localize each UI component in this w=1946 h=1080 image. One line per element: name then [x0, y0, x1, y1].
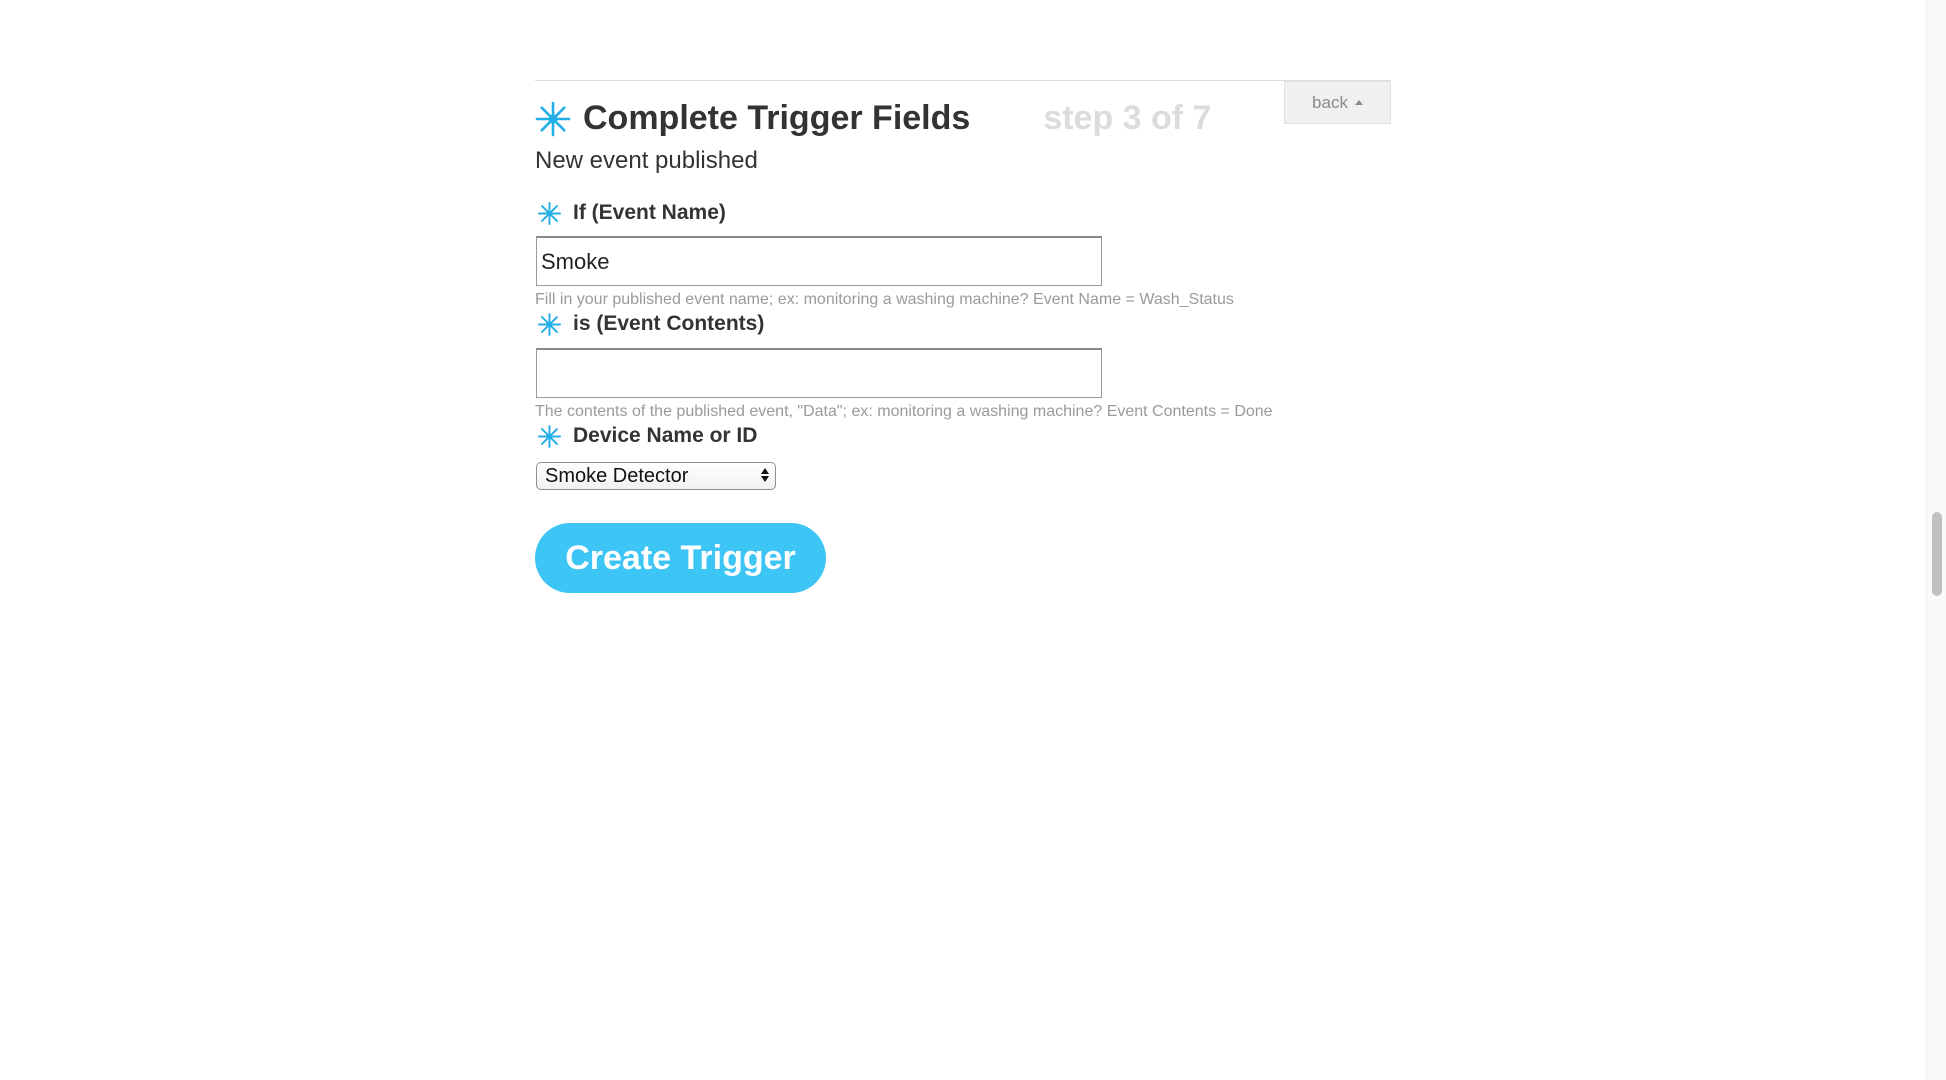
event-contents-label-text: is (Event Contents)	[573, 312, 765, 335]
divider	[535, 80, 1391, 81]
create-trigger-button[interactable]: Create Trigger	[535, 523, 826, 593]
event-contents-input[interactable]	[536, 348, 1102, 398]
event-name-label-text: If (Event Name)	[573, 201, 726, 224]
trigger-subtitle: New event published	[535, 147, 758, 174]
page: back Complete Trigger Fields step 3 of 7…	[0, 0, 1946, 1080]
step-indicator: step 3 of 7	[1043, 99, 1212, 137]
title-row: Complete Trigger Fields step 3 of 7	[535, 99, 1211, 138]
event-contents-label: is (Event Contents)	[538, 312, 764, 336]
event-contents-help: The contents of the published event, "Da…	[535, 403, 1273, 420]
create-trigger-label: Create Trigger	[565, 538, 796, 577]
back-button[interactable]: back	[1284, 81, 1391, 124]
asterisk-star-icon	[538, 201, 561, 225]
device-label: Device Name or ID	[538, 424, 757, 448]
scrollbar-thumb[interactable]	[1932, 512, 1942, 596]
caret-up-icon	[1354, 99, 1363, 105]
device-select-value: Smoke Detector	[545, 464, 689, 487]
page-title: Complete Trigger Fields	[583, 99, 971, 137]
event-name-input[interactable]	[536, 236, 1102, 286]
scrollbar[interactable]	[1926, 0, 1946, 1080]
asterisk-star-icon	[538, 424, 561, 448]
event-name-help: Fill in your published event name; ex: m…	[535, 291, 1234, 308]
back-label: back	[1312, 92, 1348, 112]
device-select[interactable]: Smoke Detector	[536, 462, 776, 490]
device-label-text: Device Name or ID	[573, 424, 758, 447]
event-name-label: If (Event Name)	[538, 201, 726, 225]
select-arrows-icon	[761, 468, 769, 482]
asterisk-star-icon	[535, 101, 571, 136]
asterisk-star-icon	[538, 312, 561, 336]
